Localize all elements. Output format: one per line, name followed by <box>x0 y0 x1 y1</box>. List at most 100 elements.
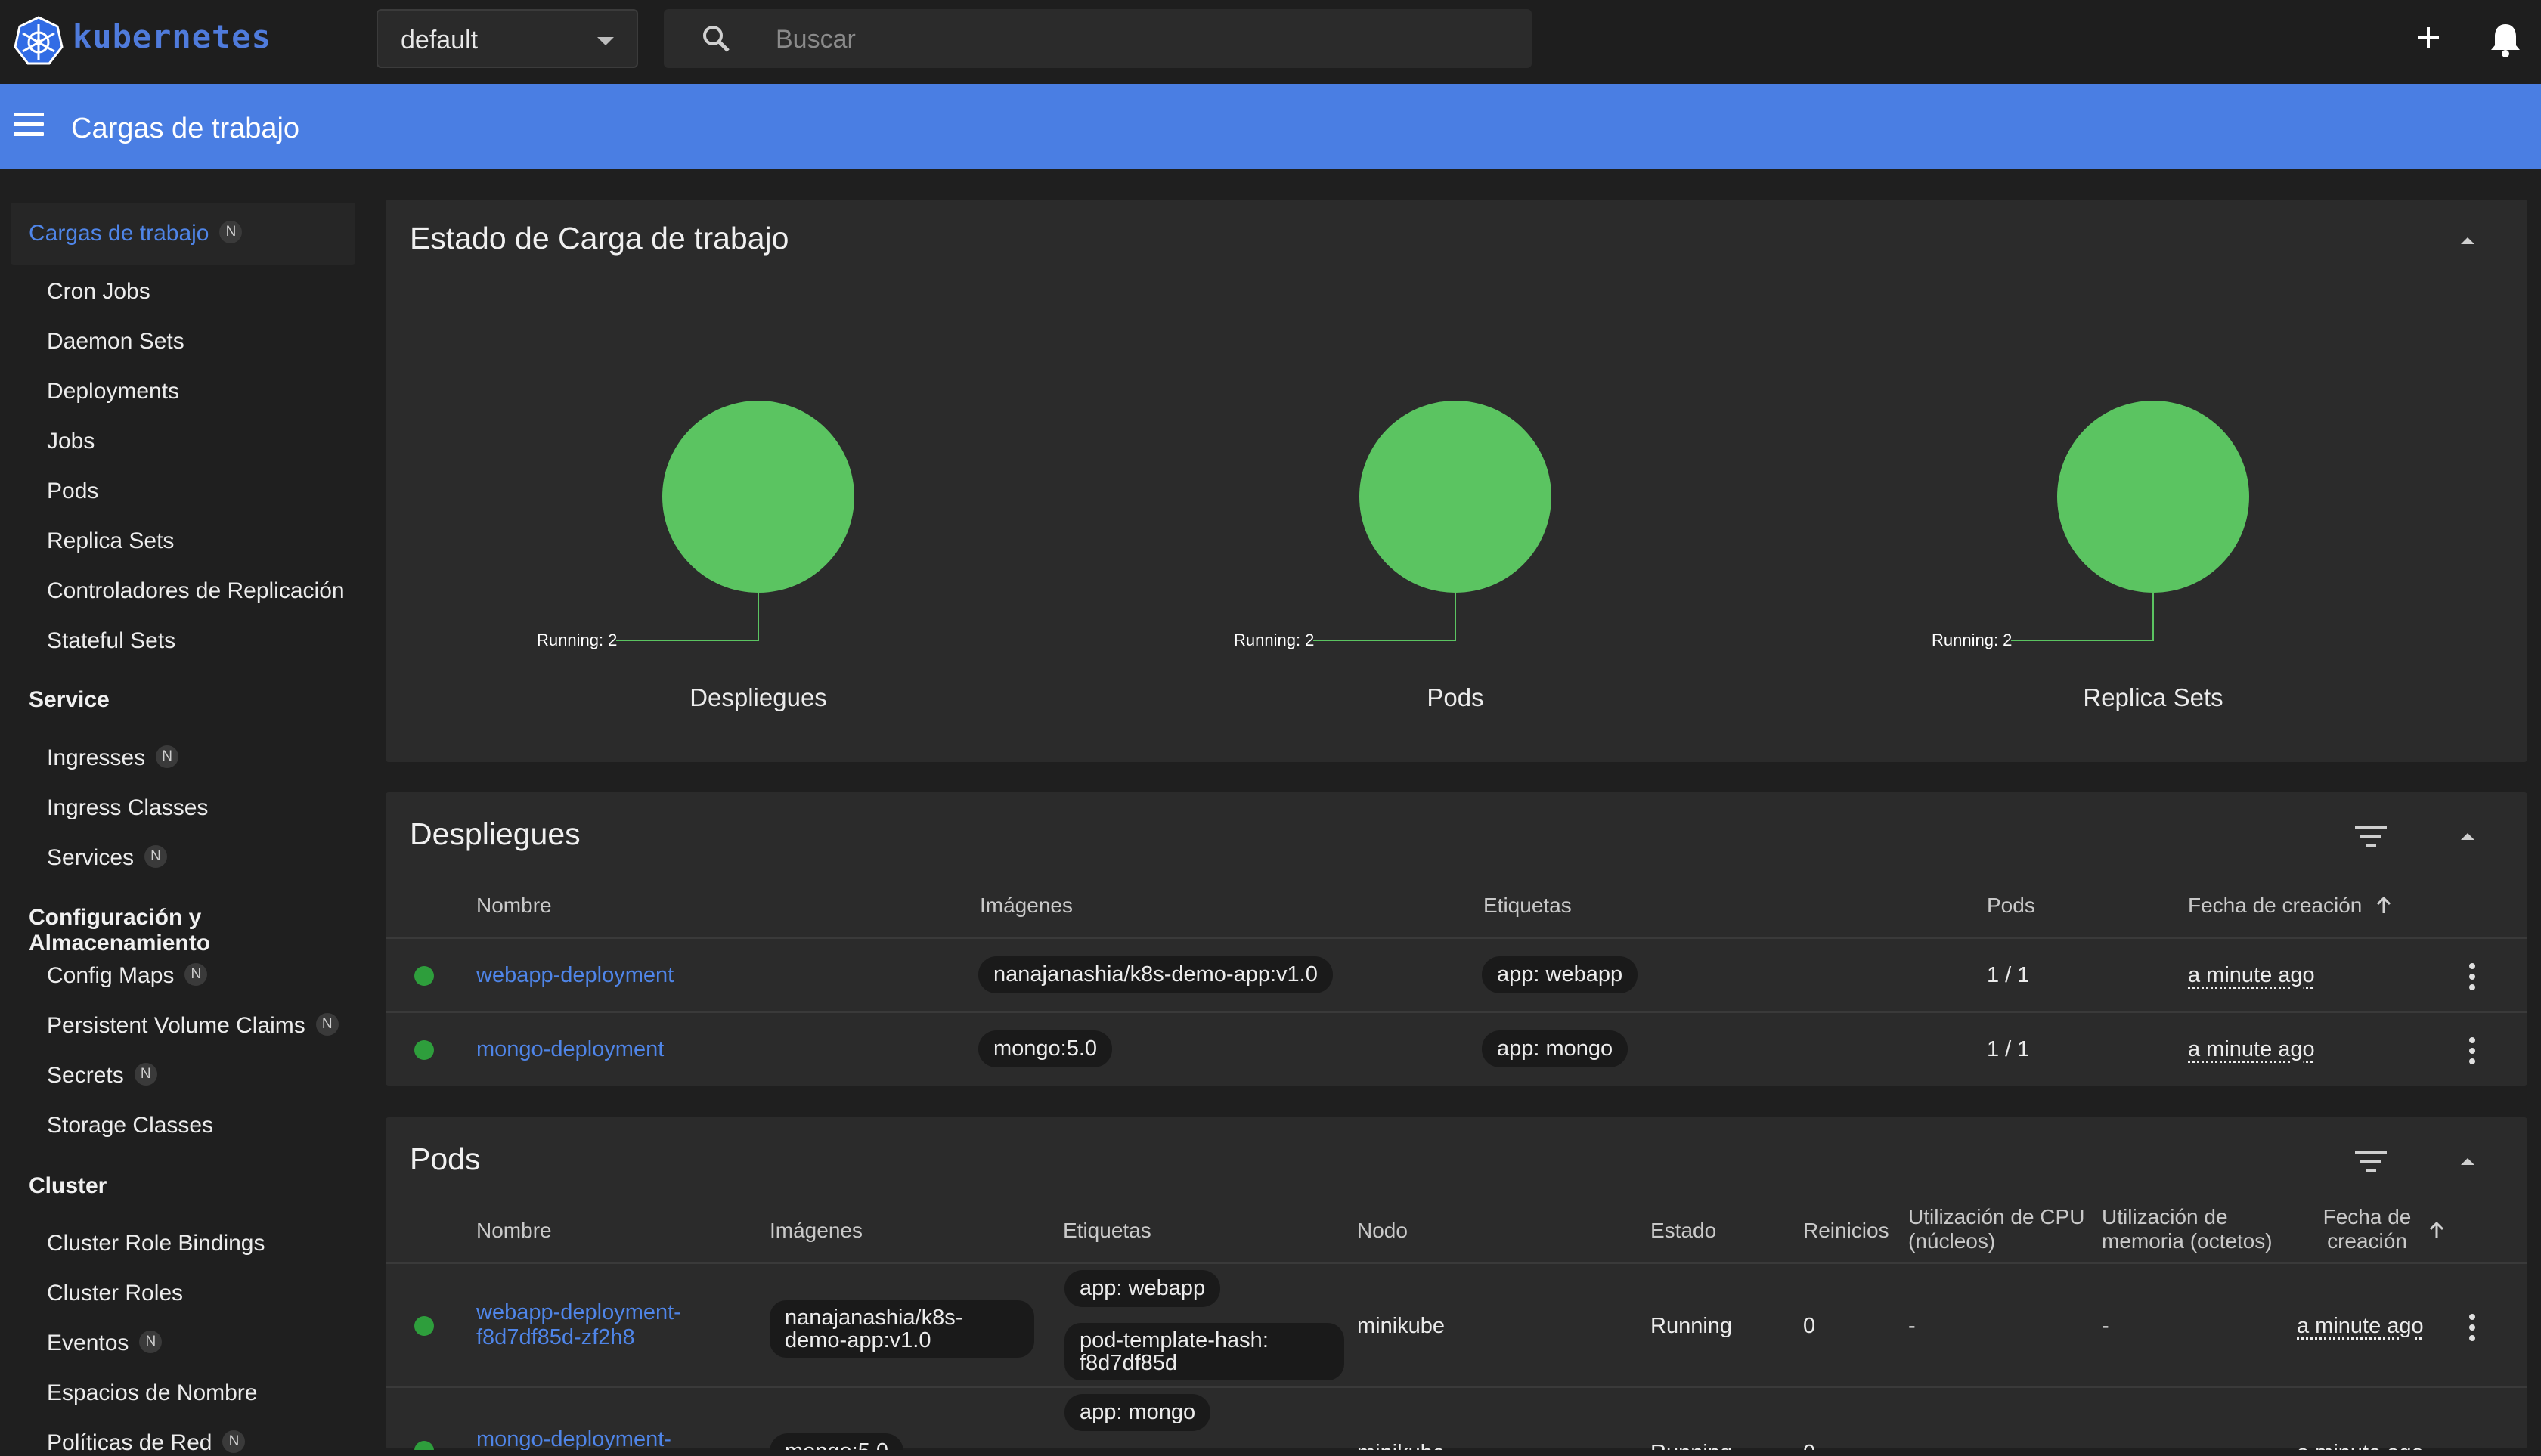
table-row[interactable]: mongo-deployment- mongo:5.0 app: mongo m… <box>386 1386 2527 1450</box>
status-ok-icon <box>414 966 434 986</box>
sidebar-section-config-storage[interactable]: Configuración y Almacenamiento <box>11 887 355 956</box>
restart-count: 0 <box>1803 1314 1816 1338</box>
pod-status: Running <box>1650 1314 1733 1338</box>
sidebar-section-cluster[interactable]: Cluster <box>11 1155 355 1217</box>
column-header-name[interactable]: Nombre <box>476 1219 552 1243</box>
more-options-icon[interactable] <box>2469 1037 2477 1067</box>
running-data-label: Running: 2 <box>1932 630 2013 649</box>
sidebar-item-pvcs[interactable]: Persistent Volume Claims N <box>47 1013 339 1039</box>
label-chip: app: mongo <box>1064 1394 1211 1431</box>
deployment-name-link[interactable]: webapp-deployment <box>476 963 674 988</box>
sidebar-item-services[interactable]: Services N <box>47 845 168 871</box>
create-plus-icon[interactable] <box>2410 20 2446 56</box>
more-options-icon[interactable] <box>2469 963 2477 993</box>
sidebar-item-pods[interactable]: Pods <box>47 479 98 504</box>
created-time: a minute ago <box>2297 1314 2424 1338</box>
table-row[interactable]: webapp-deployment-f8d7df85d-zf2h8 nanaja… <box>386 1262 2527 1388</box>
sidebar-item-config-maps[interactable]: Config Maps N <box>47 963 208 989</box>
chart-label: Replica Sets <box>2083 683 2223 711</box>
filter-icon[interactable] <box>2355 826 2387 848</box>
more-options-icon[interactable] <box>2469 1314 2477 1344</box>
status-ok-icon <box>414 1316 434 1336</box>
namespaced-badge: N <box>139 1331 163 1354</box>
card-title: Despliegues <box>410 816 581 851</box>
status-ok-icon <box>414 1040 434 1060</box>
sidebar-item-secrets[interactable]: Secrets N <box>47 1063 157 1089</box>
memory-usage: - <box>2102 1314 2109 1338</box>
running-data-label: Running: 2 <box>537 630 618 649</box>
sidebar-item-ingresses[interactable]: Ingresses N <box>47 745 179 771</box>
namespaced-badge: N <box>134 1063 157 1086</box>
sidebar-section-workloads[interactable]: Cargas de trabajo N <box>11 203 355 265</box>
label-chip: app: webapp <box>1064 1270 1221 1307</box>
pod-name-link[interactable]: mongo-deployment- <box>476 1427 671 1450</box>
namespaced-badge: N <box>156 745 179 769</box>
sidebar-section-service[interactable]: Service <box>11 669 355 731</box>
restart-count: 0 <box>1803 1441 1815 1450</box>
sidebar-item-stateful-sets[interactable]: Stateful Sets <box>47 628 175 654</box>
sidebar-item-daemon-sets[interactable]: Daemon Sets <box>47 329 184 355</box>
sidebar-item-network-policies[interactable]: Políticas de Red N <box>47 1430 246 1456</box>
sidebar-item-label: Persistent Volume Claims <box>47 1013 305 1038</box>
card-title: Pods <box>410 1142 481 1176</box>
pie-slice-running[interactable] <box>2057 401 2249 593</box>
column-header-labels: Etiquetas <box>1063 1219 1151 1242</box>
collapse-icon[interactable] <box>2461 833 2474 840</box>
table-row[interactable]: webapp-deployment nanajanashia/k8s-demo-… <box>386 937 2527 1013</box>
sidebar-section-label: Cluster <box>29 1173 107 1198</box>
sidebar-item-cluster-role-bindings[interactable]: Cluster Role Bindings <box>47 1231 265 1256</box>
pie-slice-running[interactable] <box>1359 401 1551 593</box>
column-header-cpu: Utilización de CPU (núcleos) <box>1908 1205 2085 1253</box>
table-row[interactable]: mongo-deployment mongo:5.0 app: mongo 1 … <box>386 1011 2527 1087</box>
chart-replica-sets: Running: 2 Replica Sets <box>1856 200 2536 729</box>
chart-pods: Running: 2 Pods <box>1158 200 1839 729</box>
created-time: a minute ago <box>2188 1037 2315 1061</box>
sidebar-item-label: Ingresses <box>47 745 146 770</box>
sidebar-item-replica-sets[interactable]: Replica Sets <box>47 528 174 554</box>
namespaced-badge: N <box>144 845 168 869</box>
menu-icon[interactable] <box>14 113 44 138</box>
sidebar-item-events[interactable]: Eventos N <box>47 1331 163 1356</box>
cpu-usage: - <box>1908 1314 1916 1338</box>
image-chip: mongo:5.0 <box>978 1030 1113 1067</box>
sidebar-item-cron-jobs[interactable]: Cron Jobs <box>47 279 150 305</box>
image-chip: nanajanashia/k8s-demo-app:v1.0 <box>770 1300 1034 1358</box>
running-data-label: Running: 2 <box>1234 630 1315 649</box>
sidebar-item-jobs[interactable]: Jobs <box>47 429 95 454</box>
top-bar: kubernetes default <box>0 0 2541 84</box>
column-header-name[interactable]: Nombre <box>476 894 552 918</box>
created-time: a minute ago <box>2297 1441 2424 1450</box>
pie-leader-line <box>2011 593 2154 641</box>
collapse-icon[interactable] <box>2461 1158 2474 1165</box>
title-bar: Cargas de trabajo <box>0 84 2541 169</box>
search-input[interactable] <box>774 20 1458 59</box>
search-bar <box>664 9 1532 68</box>
sidebar-section-label: Service <box>29 687 110 712</box>
sort-ascending-icon[interactable] <box>2428 1220 2445 1240</box>
sidebar-item-namespaces[interactable]: Espacios de Nombre <box>47 1380 257 1406</box>
brand-name[interactable]: kubernetes <box>73 18 271 55</box>
namespace-select[interactable]: default <box>377 9 638 68</box>
sidebar-item-label: Services <box>47 845 135 870</box>
deployment-name-link[interactable]: mongo-deployment <box>476 1037 664 1062</box>
pod-name-link[interactable]: webapp-deployment-f8d7df85d-zf2h8 <box>476 1300 718 1350</box>
pod-status: Running <box>1650 1441 1732 1450</box>
filter-icon[interactable] <box>2355 1151 2387 1173</box>
workload-status-card: Estado de Carga de trabajo Running: 2 De… <box>386 200 2527 762</box>
created-time: a minute ago <box>2188 963 2315 987</box>
sidebar-item-ingress-classes[interactable]: Ingress Classes <box>47 795 208 821</box>
sort-ascending-icon[interactable] <box>2375 895 2392 915</box>
sidebar-item-deployments[interactable]: Deployments <box>47 379 179 404</box>
column-header-pods: Pods <box>1987 894 2035 917</box>
column-header-created[interactable]: Fecha de creación <box>2310 1205 2424 1253</box>
namespaced-badge: N <box>222 1430 246 1454</box>
sidebar-item-label: Eventos <box>47 1331 129 1355</box>
sidebar-item-replication-controllers[interactable]: Controladores de Replicación <box>47 578 345 604</box>
kubernetes-logo-icon[interactable] <box>12 15 65 68</box>
sidebar-item-cluster-roles[interactable]: Cluster Roles <box>47 1281 183 1306</box>
sidebar-item-storage-classes[interactable]: Storage Classes <box>47 1113 213 1138</box>
notifications-bell-icon[interactable] <box>2487 20 2524 59</box>
pie-slice-running[interactable] <box>662 401 854 593</box>
column-header-created[interactable]: Fecha de creación <box>2188 894 2362 918</box>
sidebar-item-label: Políticas de Red <box>47 1430 212 1455</box>
